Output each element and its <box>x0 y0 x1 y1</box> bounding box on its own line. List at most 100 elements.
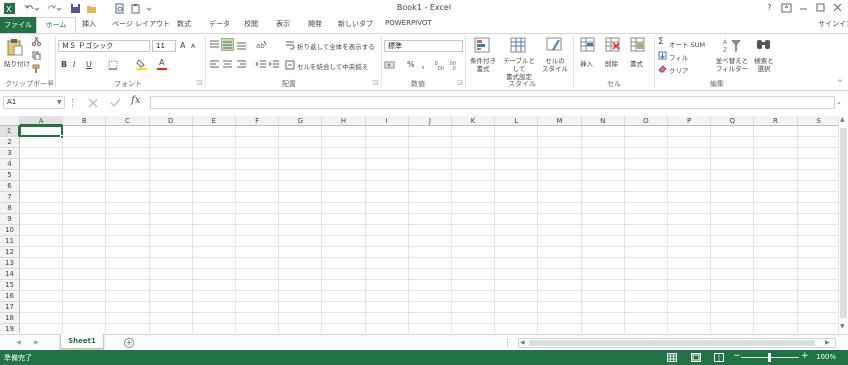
comma-style-button[interactable]: ， <box>421 60 429 71</box>
tab-data[interactable]: データ <box>209 19 230 29</box>
help-button[interactable]: ? <box>763 2 776 14</box>
align-middle-icon[interactable] <box>222 40 233 50</box>
align-left-icon[interactable] <box>209 60 220 70</box>
select-all-corner[interactable] <box>0 116 20 126</box>
row-header-10[interactable]: 10 <box>0 225 20 236</box>
format-cells-button[interactable]: 書式 <box>630 58 643 68</box>
conditional-formatting-icon[interactable] <box>474 37 492 54</box>
autosum-button[interactable]: オート SUM <box>669 39 705 49</box>
tab-page-layout[interactable]: ページ レイアウト <box>112 19 170 29</box>
vertical-scrollbar[interactable]: ▲ ▼ <box>838 116 848 333</box>
customize-qa-icon[interactable] <box>146 3 152 14</box>
fill-button[interactable]: フィル <box>669 52 688 62</box>
decrease-indent-icon[interactable] <box>255 60 267 70</box>
row-header-8[interactable]: 8 <box>0 203 20 214</box>
fill-handle[interactable] <box>60 135 65 139</box>
tab-file[interactable]: ファイル <box>0 17 36 33</box>
zoom-in-button[interactable]: + <box>801 351 809 361</box>
orientation-icon[interactable]: ab <box>255 39 267 50</box>
borders-icon[interactable] <box>108 60 119 70</box>
row-header-6[interactable]: 6 <box>0 181 20 192</box>
row-header-11[interactable]: 11 <box>0 236 20 247</box>
confirm-entry-icon[interactable] <box>110 98 121 108</box>
increase-indent-icon[interactable] <box>268 60 280 70</box>
column-header-l[interactable]: L <box>495 116 539 126</box>
insert-cells-icon[interactable] <box>580 37 597 54</box>
number-launcher-icon[interactable]: ◲ <box>457 79 463 86</box>
find-select-button[interactable]: 検索と 選択 <box>750 57 778 73</box>
row-header-19[interactable]: 19 <box>0 324 20 333</box>
tab-split-handle[interactable] <box>507 339 509 347</box>
increase-decimal-icon[interactable]: .0.00 <box>433 60 446 70</box>
row-header-12[interactable]: 12 <box>0 247 20 258</box>
align-top-icon[interactable] <box>209 40 220 50</box>
column-header-d[interactable]: D <box>149 116 193 126</box>
percent-style-button[interactable]: % <box>407 60 415 69</box>
clear-eraser-icon[interactable] <box>658 64 667 73</box>
horizontal-scrollbar[interactable]: ◀ ▶ <box>518 338 836 348</box>
column-header-j[interactable]: J <box>408 116 452 126</box>
alignment-launcher-icon[interactable]: ◲ <box>373 79 379 86</box>
decrease-decimal-icon[interactable]: .00.0 <box>448 60 461 70</box>
undo-dropdown-icon[interactable] <box>34 3 40 14</box>
tab-home[interactable]: ホーム <box>36 17 76 34</box>
insert-function-button[interactable]: fx <box>131 95 140 106</box>
row-header-15[interactable]: 15 <box>0 280 20 291</box>
align-right-icon[interactable] <box>236 60 247 70</box>
cut-icon[interactable] <box>32 37 41 46</box>
vertical-scroll-thumb[interactable] <box>840 128 847 318</box>
column-header-f[interactable]: F <box>236 116 280 126</box>
name-box[interactable]: A1 <box>3 96 65 109</box>
row-header-1[interactable]: 1 <box>0 126 20 137</box>
scroll-up-icon[interactable]: ▲ <box>840 116 845 123</box>
sort-filter-icon[interactable]: AZ <box>722 37 742 54</box>
redo-dropdown-icon[interactable] <box>56 3 62 14</box>
prev-sheet-icon[interactable]: ◀ <box>16 338 21 346</box>
scroll-down-icon[interactable]: ▼ <box>840 323 845 330</box>
column-header-c[interactable]: C <box>106 116 150 126</box>
column-header-s[interactable]: S <box>797 116 838 126</box>
shrink-font-icon[interactable]: A <box>191 43 195 50</box>
close-icon[interactable] <box>831 2 844 14</box>
clipboard-launcher-icon[interactable]: ◲ <box>48 79 54 86</box>
fill-color-icon[interactable] <box>136 58 148 70</box>
print-preview-icon[interactable] <box>114 3 125 14</box>
cell-styles-button[interactable]: セルの スタイル <box>540 57 570 73</box>
column-header-g[interactable]: G <box>279 116 323 126</box>
font-color-icon[interactable]: A <box>159 58 164 67</box>
delete-cells-icon[interactable] <box>605 37 622 54</box>
column-header-e[interactable]: E <box>192 116 236 126</box>
sheet-tab-sheet1[interactable]: Sheet1 <box>60 334 104 349</box>
column-header-k[interactable]: K <box>452 116 496 126</box>
row-header-7[interactable]: 7 <box>0 192 20 203</box>
maximize-icon[interactable] <box>814 2 827 14</box>
horizontal-scroll-thumb[interactable] <box>529 340 815 346</box>
worksheet-grid[interactable]: A B C D E F G H I J K L M N O P Q R S 1 2 3 4 5 6 7 8 9 10 11 12 13 14 15… <box>0 116 838 333</box>
tab-new[interactable]: 新しいタブ <box>338 19 373 29</box>
row-header-18[interactable]: 18 <box>0 313 20 324</box>
next-sheet-icon[interactable]: ▶ <box>34 338 39 346</box>
tab-view[interactable]: 表示 <box>276 19 290 29</box>
grow-font-icon[interactable]: A <box>180 41 185 50</box>
sort-filter-button[interactable]: 並べ替えと フィルター <box>714 57 750 73</box>
format-as-table-icon[interactable] <box>510 37 528 54</box>
zoom-level[interactable]: 100% <box>816 353 836 361</box>
bold-button[interactable]: B <box>61 60 67 69</box>
row-header-17[interactable]: 17 <box>0 302 20 313</box>
font-launcher-icon[interactable]: ◲ <box>197 79 203 86</box>
number-format-box[interactable]: 標準 <box>384 40 463 52</box>
format-cells-icon[interactable] <box>630 37 647 54</box>
column-header-p[interactable]: P <box>668 116 712 126</box>
merge-center-icon[interactable] <box>285 60 295 70</box>
save-icon[interactable] <box>70 3 81 14</box>
cell-styles-icon[interactable] <box>546 37 564 54</box>
paste-icon[interactable] <box>6 38 24 56</box>
normal-view-icon[interactable] <box>667 353 677 362</box>
format-painter-icon[interactable] <box>32 64 41 73</box>
selected-cell-a1[interactable] <box>19 125 64 137</box>
align-bottom-icon[interactable] <box>236 40 247 50</box>
row-header-16[interactable]: 16 <box>0 291 20 302</box>
zoom-slider-thumb[interactable] <box>768 353 771 362</box>
insert-cells-button[interactable]: 挿入 <box>580 58 593 68</box>
new-sheet-button[interactable]: + <box>124 338 134 348</box>
